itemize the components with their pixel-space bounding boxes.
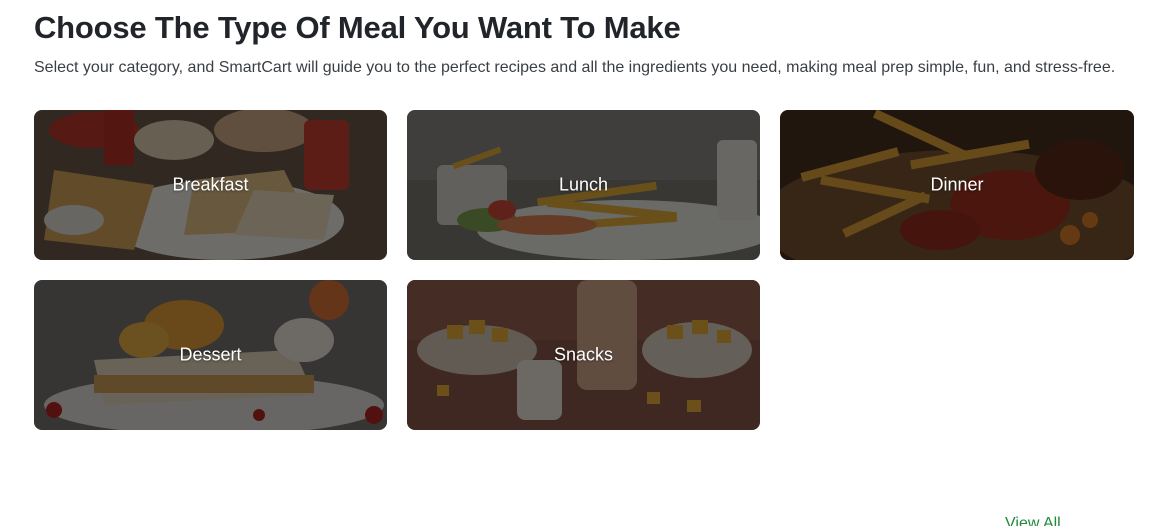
category-label: Breakfast (172, 174, 249, 195)
category-label: Dessert (179, 344, 242, 365)
category-label: Lunch (558, 174, 609, 195)
category-label: Dinner (930, 174, 984, 195)
category-card-breakfast[interactable]: Breakfast (34, 110, 387, 260)
section-subtitle: Select your category, and SmartCart will… (34, 59, 1116, 76)
meal-type-section: Choose The Type Of Meal You Want To Make… (0, 0, 1170, 526)
section-title: Choose The Type Of Meal You Want To Make (34, 10, 681, 45)
category-label: Snacks (553, 344, 614, 365)
view-all-link[interactable]: View All (1005, 515, 1061, 526)
category-card-snacks[interactable]: Snacks (407, 280, 760, 430)
category-card-dessert[interactable]: Dessert (34, 280, 387, 430)
category-card-lunch[interactable]: Lunch (407, 110, 760, 260)
category-card-dinner[interactable]: Dinner (780, 110, 1134, 260)
